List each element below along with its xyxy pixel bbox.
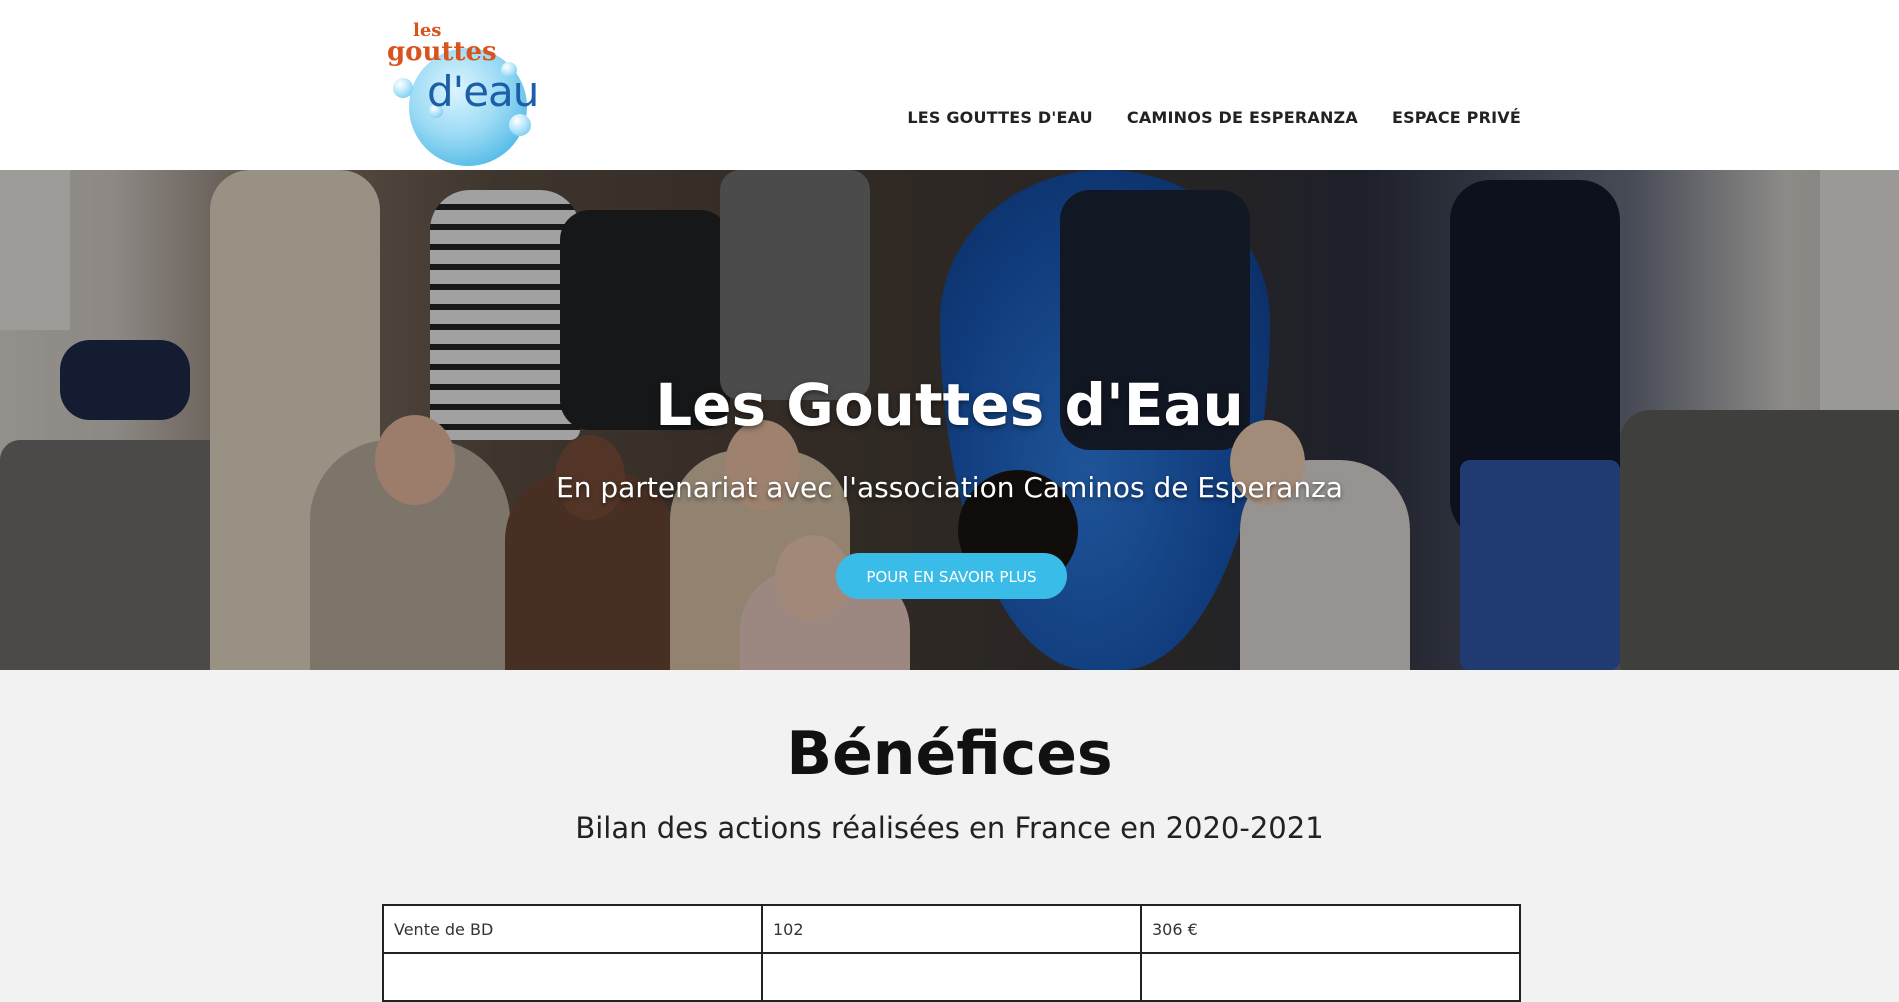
table-cell-empty	[1140, 952, 1521, 1002]
benefits-section: Bénéfices Bilan des actions réalisées en…	[0, 670, 1899, 1002]
logo-text-deau: d'eau	[427, 67, 539, 116]
hero-title: Les Gouttes d'Eau	[655, 371, 1244, 439]
site-logo[interactable]: les gouttes d'eau	[383, 18, 543, 166]
nav-item-les-gouttes-deau[interactable]: LES GOUTTES D'EAU	[907, 108, 1093, 127]
table-cell-action: Vente de BD	[382, 904, 763, 954]
table-cell-empty	[382, 952, 763, 1002]
water-drop-icon	[509, 114, 531, 136]
table-cell-amount: 306 €	[1140, 904, 1521, 954]
table-row: Vente de BD 102 306 €	[382, 904, 1521, 954]
table-cell-quantity: 102	[761, 904, 1142, 954]
nav-item-caminos-de-esperanza[interactable]: CAMINOS DE ESPERANZA	[1127, 108, 1358, 127]
hero-banner: Les Gouttes d'Eau En partenariat avec l'…	[0, 170, 1899, 670]
table-row	[382, 952, 1521, 1002]
learn-more-button[interactable]: POUR EN SAVOIR PLUS	[836, 553, 1067, 599]
hero-subtitle: En partenariat avec l'association Camino…	[556, 471, 1343, 504]
benefits-table: Vente de BD 102 306 €	[382, 904, 1521, 1002]
table-cell-empty	[761, 952, 1142, 1002]
nav-item-espace-prive[interactable]: ESPACE PRIVÉ	[1392, 108, 1521, 127]
main-nav: LES GOUTTES D'EAU CAMINOS DE ESPERANZA E…	[907, 108, 1521, 127]
water-drop-icon	[393, 78, 413, 98]
site-header: les gouttes d'eau LES GOUTTES D'EAU CAMI…	[0, 0, 1899, 170]
section-title: Bénéfices	[786, 719, 1113, 789]
logo-text-gouttes: gouttes	[387, 37, 497, 67]
section-subtitle: Bilan des actions réalisées en France en…	[575, 811, 1324, 845]
